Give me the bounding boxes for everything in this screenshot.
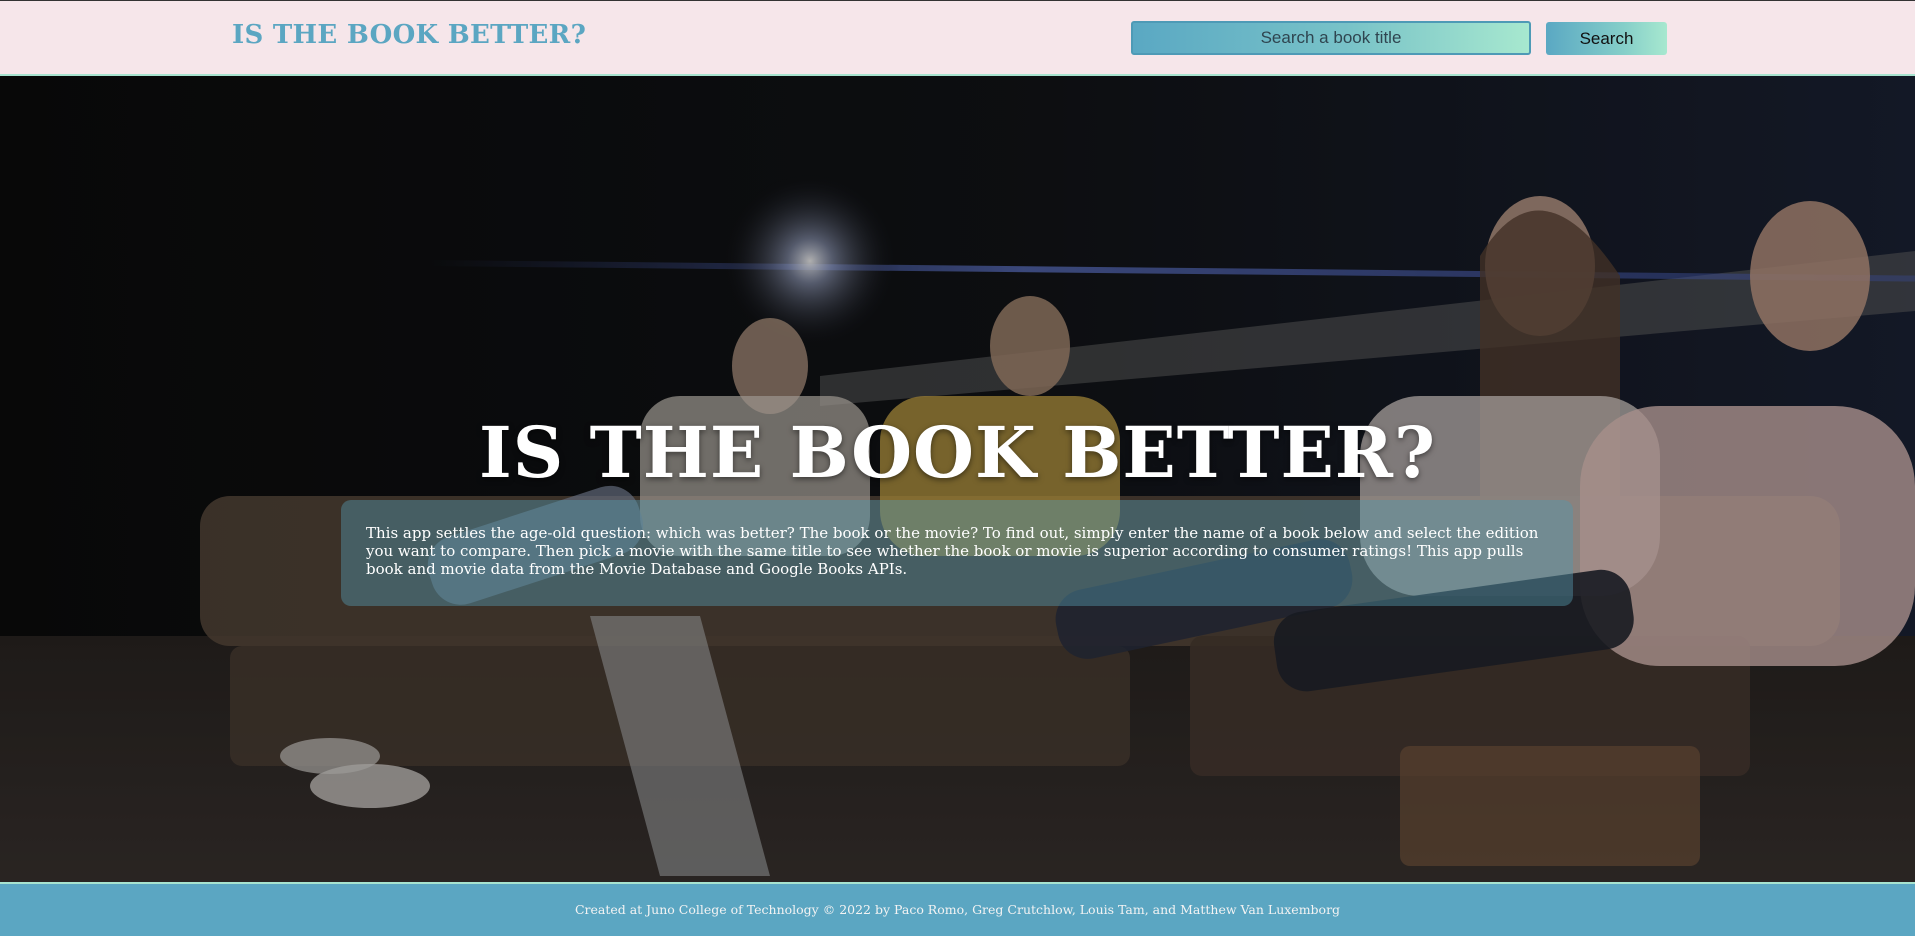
site-brand[interactable]: IS THE BOOK BETTER?: [232, 20, 586, 50]
search-button[interactable]: Search: [1546, 22, 1667, 55]
footer-credits: Created at Juno College of Technology © …: [574, 902, 1341, 917]
intro-panel: This app settles the age-old question: w…: [341, 500, 1573, 606]
intro-text: This app settles the age-old question: w…: [366, 524, 1539, 578]
hero-title: IS THE BOOK BETTER?: [479, 410, 1436, 494]
site-footer: Created at Juno College of Technology © …: [0, 882, 1915, 936]
book-search-input[interactable]: [1131, 21, 1531, 55]
site-header: IS THE BOOK BETTER? Search: [0, 0, 1915, 76]
hero-section: IS THE BOOK BETTER? This app settles the…: [0, 76, 1915, 882]
